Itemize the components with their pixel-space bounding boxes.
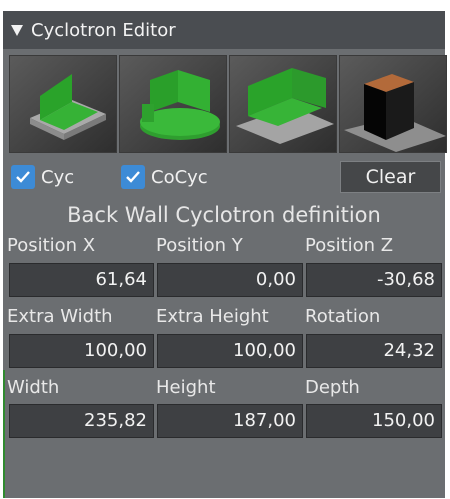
position-y-field[interactable]: 0,00 <box>157 263 303 297</box>
flat-floor-wall-preset[interactable] <box>9 55 117 153</box>
clear-button[interactable]: Clear <box>340 161 441 193</box>
options-row: Cyc CoCyc Clear <box>3 161 445 195</box>
height-label: Height <box>156 377 216 398</box>
checkmark-icon <box>121 165 145 189</box>
cyc-corner-icon <box>230 56 336 152</box>
cocyc-checkbox[interactable]: CoCyc <box>121 163 208 191</box>
cyc-block-icon <box>340 56 446 152</box>
extra-height-field[interactable]: 100,00 <box>157 334 303 368</box>
extra-width-field[interactable]: 100,00 <box>9 334 154 368</box>
height-field[interactable]: 187,00 <box>157 404 303 438</box>
position-x-field[interactable]: 61,64 <box>9 263 154 297</box>
rotation-field[interactable]: 24,32 <box>306 334 442 368</box>
checkmark-icon <box>11 165 35 189</box>
depth-label: Depth <box>305 377 360 398</box>
block-preset[interactable] <box>339 55 447 153</box>
panel-title: Cyclotron Editor <box>31 19 176 41</box>
width-field[interactable]: 235,82 <box>9 404 154 438</box>
position-z-label: Position Z <box>305 235 394 256</box>
curved-floor-preset[interactable] <box>119 55 227 153</box>
section-title: Back Wall Cyclotron definition <box>67 203 381 227</box>
cyc-checkbox-label: Cyc <box>41 166 75 188</box>
position-y-label: Position Y <box>156 235 243 256</box>
position-z-field[interactable]: -30,68 <box>306 263 442 297</box>
corner-cyc-preset[interactable] <box>229 55 337 153</box>
collapse-triangle-icon[interactable] <box>11 24 23 36</box>
focus-indicator-line <box>3 370 5 498</box>
extra-height-label: Extra Height <box>156 306 269 327</box>
cyc-flat-icon <box>10 56 116 152</box>
rotation-label: Rotation <box>305 306 381 327</box>
panel-header[interactable]: Cyclotron Editor <box>3 11 445 49</box>
extra-width-label: Extra Width <box>7 306 113 327</box>
cocyc-checkbox-label: CoCyc <box>151 166 208 188</box>
cyclotron-editor-panel: Cyclotron Editor Cyc CoCyc Clear Back Wa… <box>3 11 447 498</box>
cyc-checkbox[interactable]: Cyc <box>11 163 74 191</box>
cyc-curved-icon <box>120 56 226 152</box>
position-x-label: Position X <box>7 235 96 256</box>
width-label: Width <box>7 377 60 398</box>
preset-thumbnails <box>3 55 447 153</box>
depth-field[interactable]: 150,00 <box>306 404 442 438</box>
